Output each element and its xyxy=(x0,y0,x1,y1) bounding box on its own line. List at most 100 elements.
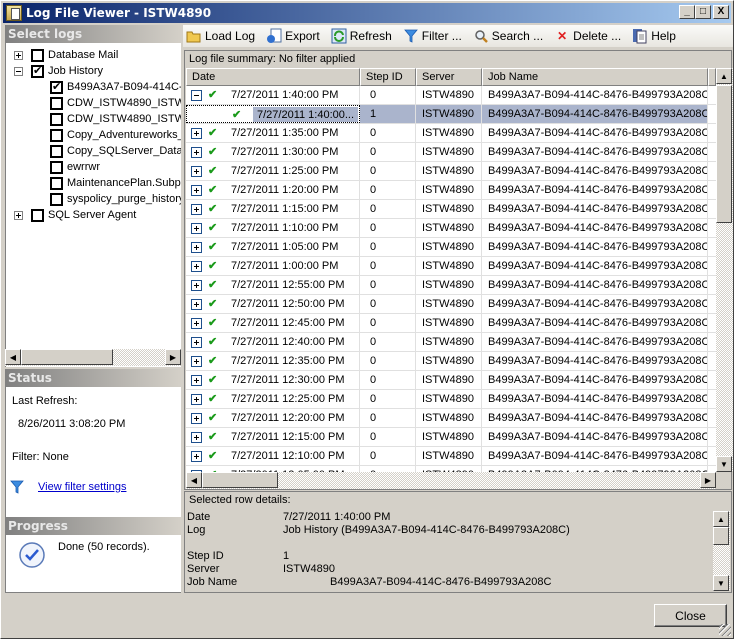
tree-checkbox[interactable] xyxy=(50,96,63,110)
table-row[interactable]: ✔ 7/27/2011 1:20:00 PM 0 ISTW4890 B499A3A7-B… xyxy=(186,181,716,200)
tree-item[interactable]: syspolicy_purge_history xyxy=(50,191,181,207)
expand-plus-icon[interactable] xyxy=(191,375,202,386)
grid-horizontal-scrollbar[interactable]: ◀ ▶ xyxy=(186,472,716,489)
details-scroll-thumb[interactable] xyxy=(713,527,729,545)
export-button[interactable]: Export xyxy=(263,28,320,44)
scroll-right-button[interactable]: ▶ xyxy=(165,349,181,365)
close-button[interactable]: Close xyxy=(654,604,727,627)
scroll-up-button[interactable]: ▲ xyxy=(713,511,729,527)
column-header-job-name[interactable]: Job Name xyxy=(482,68,708,86)
grid-vertical-scrollbar[interactable]: ▲ ▼ xyxy=(716,68,733,472)
load-log-button[interactable]: Load Log xyxy=(183,28,255,44)
table-row[interactable]: ✔ 7/27/2011 12:45:00 PM 0 ISTW4890 B499A3A7-… xyxy=(186,314,716,333)
details-vertical-scrollbar[interactable]: ▲ ▼ xyxy=(713,511,730,591)
filter-button[interactable]: Filter ... xyxy=(400,28,462,44)
table-row[interactable]: ✔ 7/27/2011 12:10:00 PM 0 ISTW4890 B499A3A7-… xyxy=(186,447,716,466)
table-row[interactable]: ✔ 7/27/2011 12:15:00 PM 0 ISTW4890 B499A3A7-… xyxy=(186,428,716,447)
expand-plus-icon[interactable] xyxy=(191,280,202,291)
tree-item-label: SQL Server Agent xyxy=(48,209,137,221)
table-row[interactable]: ✔ 7/27/2011 1:10:00 PM 0 ISTW4890 B499A3A7-B… xyxy=(186,219,716,238)
expand-plus-icon[interactable] xyxy=(191,242,202,253)
expand-plus-icon[interactable] xyxy=(14,50,23,60)
load-log-label: Load Log xyxy=(205,29,256,43)
table-row[interactable]: ✔ 7/27/2011 12:40:00 PM 0 ISTW4890 B499A3A7-… xyxy=(186,333,716,352)
scroll-right-button[interactable]: ▶ xyxy=(700,472,716,488)
table-row[interactable]: ✔ 7/27/2011 1:05:00 PM 0 ISTW4890 B499A3A7-B… xyxy=(186,238,716,257)
refresh-button[interactable]: Refresh xyxy=(328,28,392,44)
tree-item[interactable]: SQL Server Agent xyxy=(14,207,136,223)
resize-grip-icon[interactable] xyxy=(719,624,731,636)
expand-plus-icon[interactable] xyxy=(191,128,202,139)
column-header-step-id[interactable]: Step ID xyxy=(360,68,416,86)
delete-button[interactable]: ✕ Delete ... xyxy=(551,28,621,44)
tree-checkbox[interactable] xyxy=(50,160,63,174)
expand-plus-icon[interactable] xyxy=(191,337,202,348)
tree-checkbox[interactable] xyxy=(50,112,63,126)
scroll-down-button[interactable]: ▼ xyxy=(716,456,732,472)
log-tree-horizontal-scrollbar[interactable]: ◀ ▶ xyxy=(5,349,181,366)
view-filter-settings-link[interactable]: View filter settings xyxy=(38,481,126,493)
expand-plus-icon[interactable] xyxy=(191,413,202,424)
table-row[interactable]: ✔ 7/27/2011 1:15:00 PM 0 ISTW4890 B499A3A7-B… xyxy=(186,200,716,219)
scroll-left-button[interactable]: ◀ xyxy=(5,349,21,365)
tree-checkbox[interactable] xyxy=(50,176,63,190)
expand-plus-icon[interactable] xyxy=(191,299,202,310)
expand-plus-icon[interactable] xyxy=(191,432,202,443)
collapse-minus-icon[interactable] xyxy=(14,66,23,76)
scroll-left-button[interactable]: ◀ xyxy=(186,472,202,488)
expand-plus-icon[interactable] xyxy=(191,318,202,329)
tree-checkbox[interactable] xyxy=(50,80,63,94)
table-row[interactable]: ✔ 7/27/2011 1:00:00 PM 0 ISTW4890 B499A3A7-B… xyxy=(186,257,716,276)
title-bar[interactable]: Log File Viewer - ISTW4890 _ □ X xyxy=(3,3,731,23)
expand-plus-icon[interactable] xyxy=(191,356,202,367)
tree-checkbox[interactable] xyxy=(50,192,63,206)
table-row[interactable]: ✔ 7/27/2011 12:50:00 PM 0 ISTW4890 B499A3A7-… xyxy=(186,295,716,314)
table-row[interactable]: ✔ 7/27/2011 12:35:00 PM 0 ISTW4890 B499A3A7-… xyxy=(186,352,716,371)
tree-checkbox[interactable] xyxy=(31,208,44,222)
tree-item[interactable]: Database Mail xyxy=(14,47,118,63)
table-row[interactable]: ✔ 7/27/2011 12:30:00 PM 0 ISTW4890 B499A3A7-… xyxy=(186,371,716,390)
scroll-thumb[interactable] xyxy=(21,349,113,365)
expand-plus-icon[interactable] xyxy=(191,223,202,234)
table-row[interactable]: ✔ 7/27/2011 1:40:00... 1 ISTW4890 B499A3A7-B… xyxy=(186,105,716,124)
horizontal-scroll-thumb[interactable] xyxy=(202,472,278,488)
tree-item[interactable]: B499A3A7-B094-414C-8476-B499793A208C xyxy=(50,79,181,95)
tree-item[interactable]: CDW_ISTW4890_ISTW4890_0 xyxy=(50,95,181,111)
expand-plus-icon[interactable] xyxy=(191,185,202,196)
close-window-button[interactable]: X xyxy=(713,5,729,19)
tree-item[interactable]: MaintenancePlan.Subplan_1 xyxy=(50,175,181,191)
column-header-server[interactable]: Server xyxy=(416,68,482,86)
table-row[interactable]: ✔ 7/27/2011 1:25:00 PM 0 ISTW4890 B499A3A7-B… xyxy=(186,162,716,181)
expand-plus-icon[interactable] xyxy=(191,204,202,215)
tree-checkbox[interactable] xyxy=(50,144,63,158)
table-row[interactable]: ✔ 7/27/2011 12:20:00 PM 0 ISTW4890 B499A3A7-… xyxy=(186,409,716,428)
help-button[interactable]: Help xyxy=(629,28,676,44)
tree-item[interactable]: Copy_SQLServer_DatabaseMail xyxy=(50,143,181,159)
tree-item[interactable]: CDW_ISTW4890_ISTW4890_1 xyxy=(50,111,181,127)
tree-item[interactable]: Copy_Adventureworks_SQLServer xyxy=(50,127,181,143)
maximize-button[interactable]: □ xyxy=(695,5,711,19)
expand-plus-icon[interactable] xyxy=(191,166,202,177)
table-row[interactable]: ✔ 7/27/2011 1:40:00 PM 0 ISTW4890 B499A3A7-B… xyxy=(186,86,716,105)
expand-plus-icon[interactable] xyxy=(14,210,23,220)
expand-plus-icon[interactable] xyxy=(191,147,202,158)
table-row[interactable]: ✔ 7/27/2011 12:25:00 PM 0 ISTW4890 B499A3A7-… xyxy=(186,390,716,409)
tree-checkbox[interactable] xyxy=(31,48,44,62)
table-row[interactable]: ✔ 7/27/2011 1:35:00 PM 0 ISTW4890 B499A3A7-B… xyxy=(186,124,716,143)
search-button[interactable]: Search ... xyxy=(470,28,543,44)
tree-checkbox[interactable] xyxy=(50,128,63,142)
table-row[interactable]: ✔ 7/27/2011 1:30:00 PM 0 ISTW4890 B499A3A7-B… xyxy=(186,143,716,162)
minimize-button[interactable]: _ xyxy=(679,5,695,19)
expand-plus-icon[interactable] xyxy=(191,394,202,405)
column-header-date[interactable]: Date xyxy=(186,68,360,86)
table-row[interactable]: ✔ 7/27/2011 12:55:00 PM 0 ISTW4890 B499A3A7-… xyxy=(186,276,716,295)
vertical-scroll-thumb[interactable] xyxy=(716,85,732,223)
collapse-minus-icon[interactable] xyxy=(191,90,202,101)
expand-plus-icon[interactable] xyxy=(191,451,202,462)
tree-item[interactable]: ewrrwr xyxy=(50,159,100,175)
scroll-up-button[interactable]: ▲ xyxy=(716,68,732,84)
expand-plus-icon[interactable] xyxy=(191,261,202,272)
tree-item[interactable]: Job History xyxy=(14,63,103,79)
tree-checkbox[interactable] xyxy=(31,64,44,78)
scroll-down-button[interactable]: ▼ xyxy=(713,575,729,591)
